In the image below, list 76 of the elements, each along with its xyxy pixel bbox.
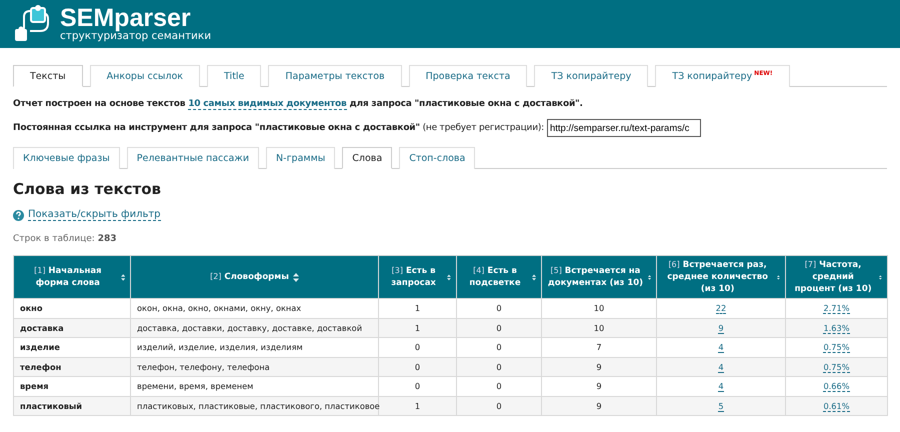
documents-link[interactable]: 10 самых видимых документов (188, 99, 347, 110)
table-cell: 9 (596, 381, 602, 392)
table-cell: 0 (496, 362, 502, 372)
subtab[interactable]: Слова (342, 147, 392, 169)
value-link[interactable]: 4 (718, 362, 724, 373)
value-link[interactable]: 22 (716, 303, 726, 314)
tab[interactable]: Анкоры ссылок (90, 65, 200, 87)
table-cell: 0 (496, 322, 502, 333)
table-cell: окон, окна, окно, окнами, окну, окнах (137, 303, 302, 314)
column-header[interactable]: [6] Встречается раз, среднее количество (из 10) (656, 256, 786, 298)
table-cell: 0 (496, 381, 502, 392)
tab[interactable]: Тексты (13, 65, 83, 87)
logo-subtitle: структуризатор семантики (60, 30, 212, 42)
row-count: Строк в таблице: 283 (13, 234, 118, 244)
section-title: Слова из текстов (13, 180, 162, 198)
column-header[interactable]: [7] Частота, средний процент (из 10) (786, 256, 888, 298)
table-cell: время (20, 381, 49, 392)
sort-icon (292, 272, 299, 282)
value-link[interactable]: 9 (718, 322, 724, 334)
value-link[interactable]: 1.63% (823, 322, 850, 334)
table-cell: 1 (414, 400, 420, 411)
value-link[interactable]: 0.66% (823, 381, 850, 392)
value-link[interactable]: 5 (718, 400, 724, 412)
table-cell: 0 (496, 303, 502, 314)
tab[interactable]: Title (207, 65, 262, 87)
table-cell: 9 (596, 362, 602, 372)
subtab[interactable]: Ключевые фразы (13, 147, 120, 169)
column-header[interactable]: [2] Словоформы (130, 256, 378, 298)
value-link[interactable]: 2.71% (823, 303, 850, 314)
table-cell: телефон, телефону, телефона (137, 362, 270, 372)
column-header[interactable]: [3] Есть в запросах (378, 256, 456, 298)
value-link[interactable]: 0.61% (823, 400, 850, 412)
sort-icon (120, 272, 125, 282)
column-header[interactable]: [4] Есть в подсветке (456, 256, 542, 298)
permalink-field[interactable]: http://semparser.ru/text-params/c (547, 119, 701, 137)
table-cell: 0 (414, 381, 420, 392)
sort-icon (447, 272, 451, 282)
table-cell: 1 (414, 303, 420, 314)
logo-title: SEMparser (60, 6, 192, 30)
value-link[interactable]: 0.75% (823, 362, 850, 373)
table-cell: времени, время, временем (137, 381, 254, 392)
value-link[interactable]: 4 (718, 342, 724, 354)
table-cell: пластиковый (20, 400, 82, 411)
value-link[interactable]: 0.75% (823, 342, 850, 354)
tab[interactable]: Параметры текстов (268, 65, 402, 87)
column-header[interactable]: [1] Начальная форма слова (14, 256, 130, 298)
table-cell: 9 (596, 400, 602, 411)
table-cell: пластиковых, пластиковые, пластикового, пластиковое (137, 400, 380, 411)
table-cell: окно (20, 303, 42, 314)
column-header[interactable]: [5] Встречается на документах (из 10) (542, 256, 656, 298)
sort-icon (648, 272, 651, 282)
report-text: Отчет построен на основе текстов 10 самых видимых документов для запроса "пластиковые окна с доставкой". (13, 99, 584, 109)
subtab[interactable]: N-граммы (266, 147, 336, 169)
subtab[interactable]: Стоп-слова (399, 147, 476, 169)
table-cell: доставка (20, 322, 64, 333)
table-cell: изделие (20, 342, 60, 352)
table-cell: изделий, изделие, изделия, изделиям (137, 342, 303, 352)
tab[interactable]: Проверка текста (408, 65, 528, 87)
table-cell: 0 (496, 342, 502, 352)
filter-toggle-link[interactable]: Показать/скрыть фильтр (28, 209, 161, 221)
table-cell: 0 (414, 362, 420, 372)
table-cell: телефон (20, 362, 62, 372)
table-cell: 7 (596, 342, 602, 352)
table-cell: 10 (594, 322, 604, 333)
value-link[interactable]: 4 (718, 381, 724, 392)
table-cell: 10 (594, 303, 604, 314)
tab[interactable]: ТЗ копирайтеру $^{NEW!}$ (655, 65, 790, 87)
subtab[interactable]: Релевантные пассажи (126, 147, 260, 169)
tab[interactable]: ТЗ копирайтеру (534, 65, 648, 87)
permalink-label: Постоянная ссылка на инструмент для запроса "пластиковые окна с доставкой" (не требует регистрации): (13, 123, 544, 133)
table-cell: доставка, доставки, доставку, доставке, доставкой (137, 322, 362, 333)
help-icon (13, 210, 24, 220)
table-cell: 1 (414, 322, 420, 333)
sort-icon (532, 272, 536, 282)
table-cell: 0 (414, 342, 420, 352)
table-cell: 0 (496, 400, 502, 411)
